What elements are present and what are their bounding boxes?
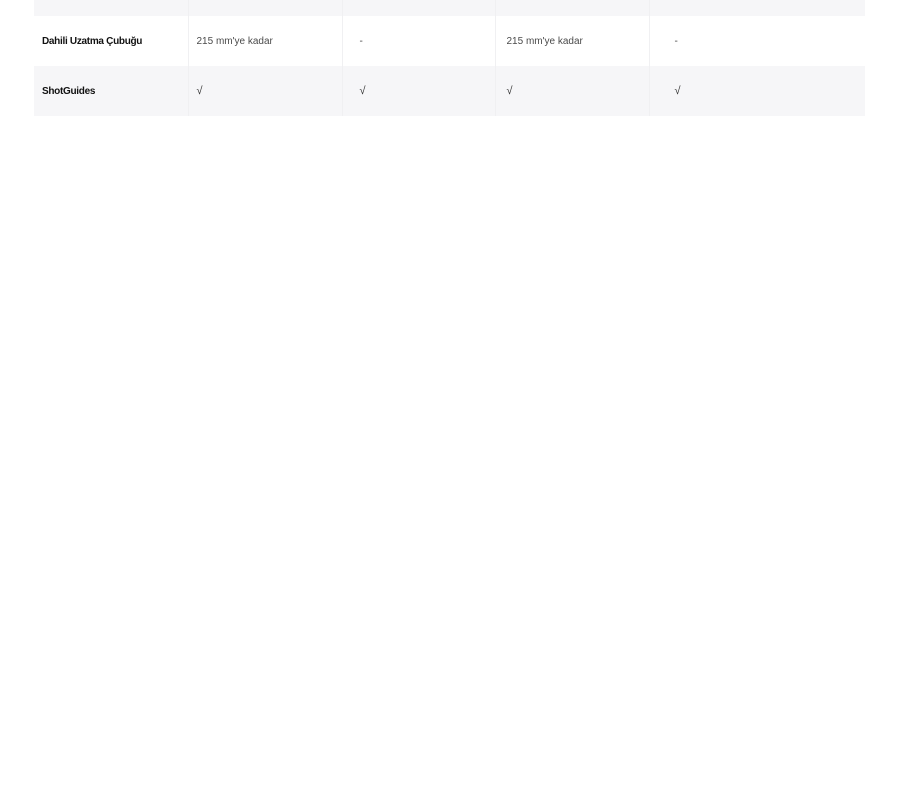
row-label bbox=[34, 0, 188, 16]
row-label: ShotGuides bbox=[34, 66, 188, 116]
check-mark: √ bbox=[494, 66, 649, 116]
table-row: Dahili Uzatma Çubuğu 215 mm'ye kadar - 2… bbox=[34, 16, 865, 66]
page: Dahili Uzatma Çubuğu 215 mm'ye kadar - 2… bbox=[0, 0, 900, 800]
table-cell: - bbox=[341, 16, 495, 66]
table-row: ShotGuides √ √ √ √ bbox=[34, 66, 865, 116]
table-cell bbox=[341, 0, 495, 16]
table-cell: 215 mm'ye kadar bbox=[494, 16, 649, 66]
table-row bbox=[34, 0, 865, 16]
table-cell: 215 mm'ye kadar bbox=[187, 16, 342, 66]
table-cell bbox=[187, 0, 342, 16]
table-cell bbox=[494, 0, 649, 16]
table-cell bbox=[648, 0, 865, 16]
check-mark: √ bbox=[648, 66, 865, 116]
comparison-table: Dahili Uzatma Çubuğu 215 mm'ye kadar - 2… bbox=[34, 0, 865, 116]
row-label: Dahili Uzatma Çubuğu bbox=[34, 16, 188, 66]
check-mark: √ bbox=[341, 66, 495, 116]
table-cell: - bbox=[648, 16, 865, 66]
check-mark: √ bbox=[187, 66, 342, 116]
